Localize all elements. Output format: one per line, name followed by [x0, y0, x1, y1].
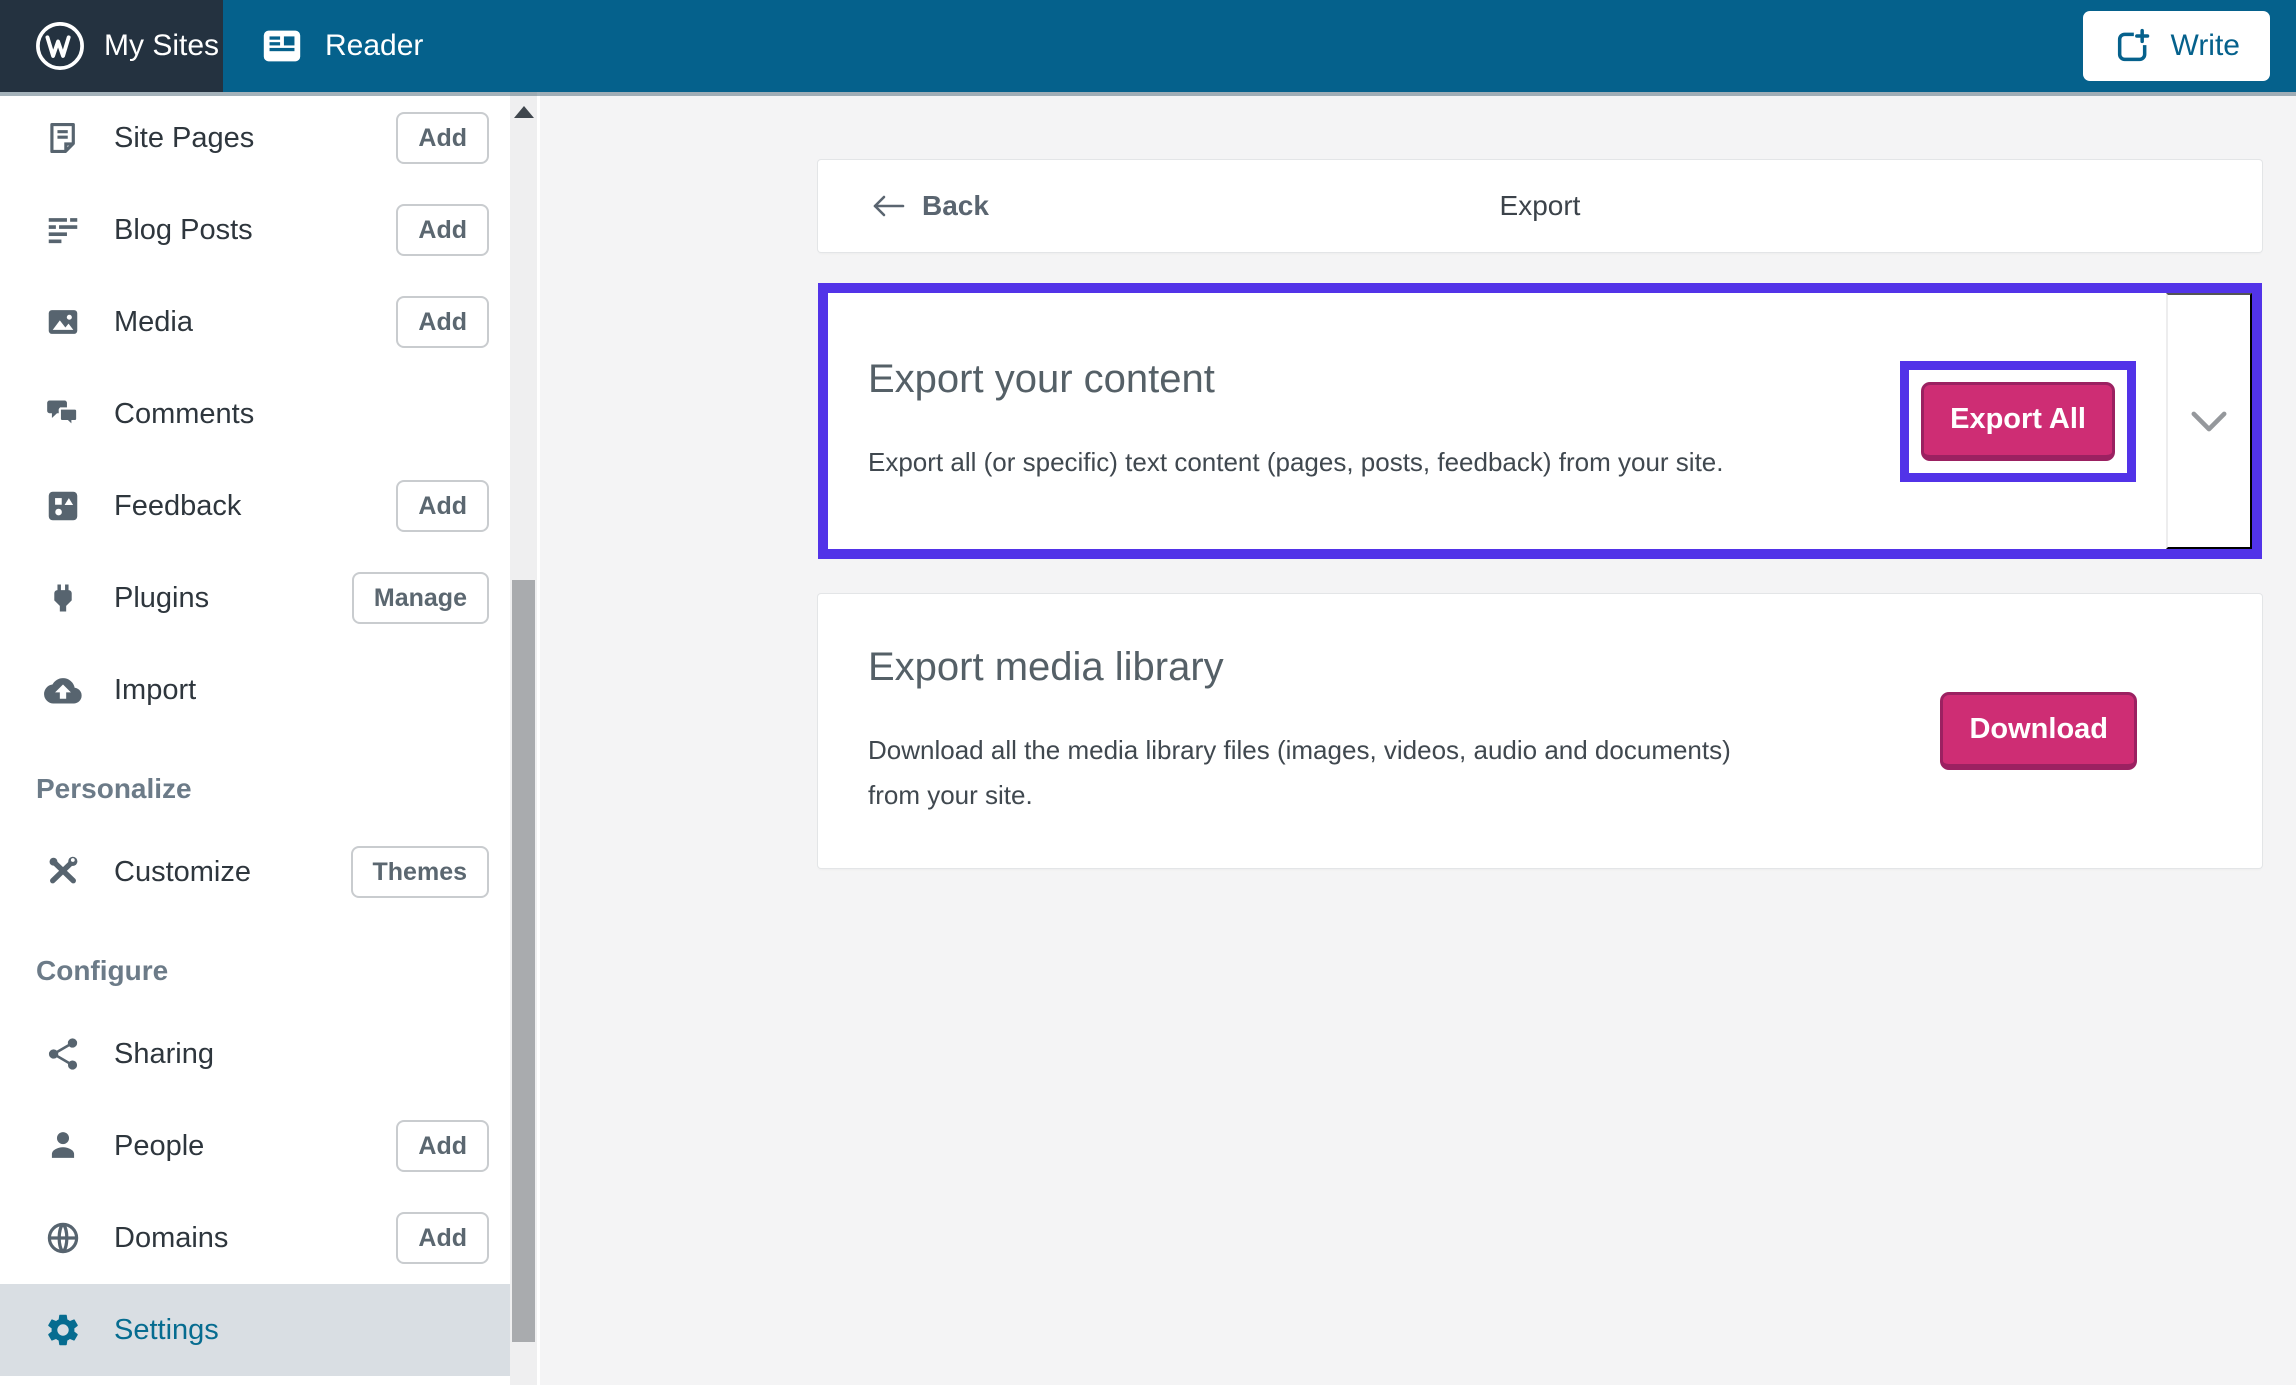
scroll-up-arrow-icon[interactable]	[513, 106, 534, 118]
themes-button[interactable]: Themes	[350, 846, 489, 898]
sidebar-item-label: Sharing	[114, 1037, 214, 1070]
cloud-upload-icon	[44, 671, 82, 709]
share-icon	[44, 1035, 82, 1073]
export-media-text: Export media library Download all the me…	[818, 645, 1940, 818]
sidebar: Site Pages Add Blog Posts Add Media Add …	[0, 92, 540, 1385]
export-content-card-highlighted: Export your content Export all (or speci…	[818, 283, 2262, 559]
comments-icon	[44, 395, 82, 433]
sidebar-item-people[interactable]: People Add	[0, 1100, 510, 1192]
posts-icon	[44, 211, 82, 249]
add-button[interactable]: Add	[396, 1120, 489, 1172]
plugin-icon	[44, 579, 82, 617]
download-button[interactable]: Download	[1940, 692, 2137, 770]
sidebar-item-label: Comments	[114, 397, 255, 430]
sidebar-item-label: Plugins	[114, 581, 210, 614]
gear-icon	[44, 1311, 82, 1349]
chevron-down-icon	[2190, 410, 2228, 433]
export-content-text: Export your content Export all (or speci…	[828, 357, 1900, 485]
masterbar-spacer	[423, 0, 2082, 92]
export-all-button[interactable]: Export All	[1921, 381, 2115, 461]
export-all-highlight-box: Export All	[1900, 360, 2136, 482]
create-post-icon	[2113, 26, 2153, 66]
sidebar-item-label: Blog Posts	[114, 213, 253, 246]
page-header-card: Back Export	[818, 160, 2262, 252]
sidebar-section-personalize: Personalize	[36, 773, 192, 804]
sidebar-item-label: Feedback	[114, 489, 242, 522]
sidebar-item-label: Media	[114, 305, 193, 338]
write-label: Write	[2170, 29, 2240, 62]
page-title: Export	[1499, 190, 1581, 221]
sidebar-item-sharing[interactable]: Sharing	[0, 1008, 510, 1100]
sidebar-item-label: Customize	[114, 855, 251, 888]
pages-icon	[44, 119, 82, 157]
reader-icon	[259, 23, 305, 69]
write-button[interactable]: Write	[2082, 11, 2270, 81]
sidebar-item-domains[interactable]: Domains Add	[0, 1192, 510, 1284]
media-icon	[44, 303, 82, 341]
add-button[interactable]: Add	[396, 112, 489, 164]
sidebar-scrollbar-track[interactable]	[510, 92, 537, 1385]
masterbar: My Sites Reader Write	[0, 0, 2296, 92]
sidebar-item-label: People	[114, 1129, 205, 1162]
card-title: Export media library	[868, 644, 1224, 689]
sidebar-item-plugins[interactable]: Plugins Manage	[0, 552, 510, 644]
sidebar-scrollbar-thumb[interactable]	[512, 580, 535, 1342]
back-label: Back	[922, 190, 989, 221]
card-description: Export all (or specific) text content (p…	[868, 447, 1724, 477]
sidebar-item-blog-posts[interactable]: Blog Posts Add	[0, 184, 510, 276]
add-button[interactable]: Add	[396, 204, 489, 256]
sidebar-section-configure: Configure	[36, 955, 169, 986]
sidebar-item-site-pages[interactable]: Site Pages Add	[0, 92, 510, 184]
sidebar-item-label: Settings	[114, 1313, 219, 1346]
sidebar-item-feedback[interactable]: Feedback Add	[0, 460, 510, 552]
export-media-card: Export media library Download all the me…	[818, 594, 2262, 868]
manage-button[interactable]: Manage	[351, 572, 489, 624]
globe-icon	[44, 1219, 82, 1257]
sidebar-item-label: Import	[114, 673, 197, 706]
card-description: Download all the media library files (im…	[868, 734, 1731, 810]
reader-menu[interactable]: Reader	[223, 0, 423, 92]
feedback-icon	[44, 487, 82, 525]
wordpress-logo-icon	[34, 20, 86, 72]
main-content: Back Export Export your content Export a…	[540, 92, 2296, 1385]
sidebar-item-settings[interactable]: Settings	[0, 1284, 510, 1376]
expand-toggle[interactable]	[2166, 293, 2252, 549]
sidebar-item-customize[interactable]: Customize Themes	[0, 826, 510, 918]
sidebar-item-import[interactable]: Import	[0, 644, 510, 736]
my-sites-label: My Sites	[104, 29, 220, 62]
sidebar-item-comments[interactable]: Comments	[0, 368, 510, 460]
card-title: Export your content	[868, 357, 1215, 401]
add-button[interactable]: Add	[396, 296, 489, 348]
sidebar-item-label: Site Pages	[114, 121, 255, 154]
back-arrow-icon	[872, 194, 906, 218]
person-icon	[44, 1127, 82, 1165]
back-button[interactable]: Back	[866, 189, 995, 223]
sidebar-item-media[interactable]: Media Add	[0, 276, 510, 368]
add-button[interactable]: Add	[396, 1212, 489, 1264]
reader-label: Reader	[325, 29, 424, 62]
my-sites-menu[interactable]: My Sites	[0, 0, 223, 92]
add-button[interactable]: Add	[396, 480, 489, 532]
sidebar-item-label: Domains	[114, 1221, 229, 1254]
customize-tools-icon	[44, 853, 82, 891]
